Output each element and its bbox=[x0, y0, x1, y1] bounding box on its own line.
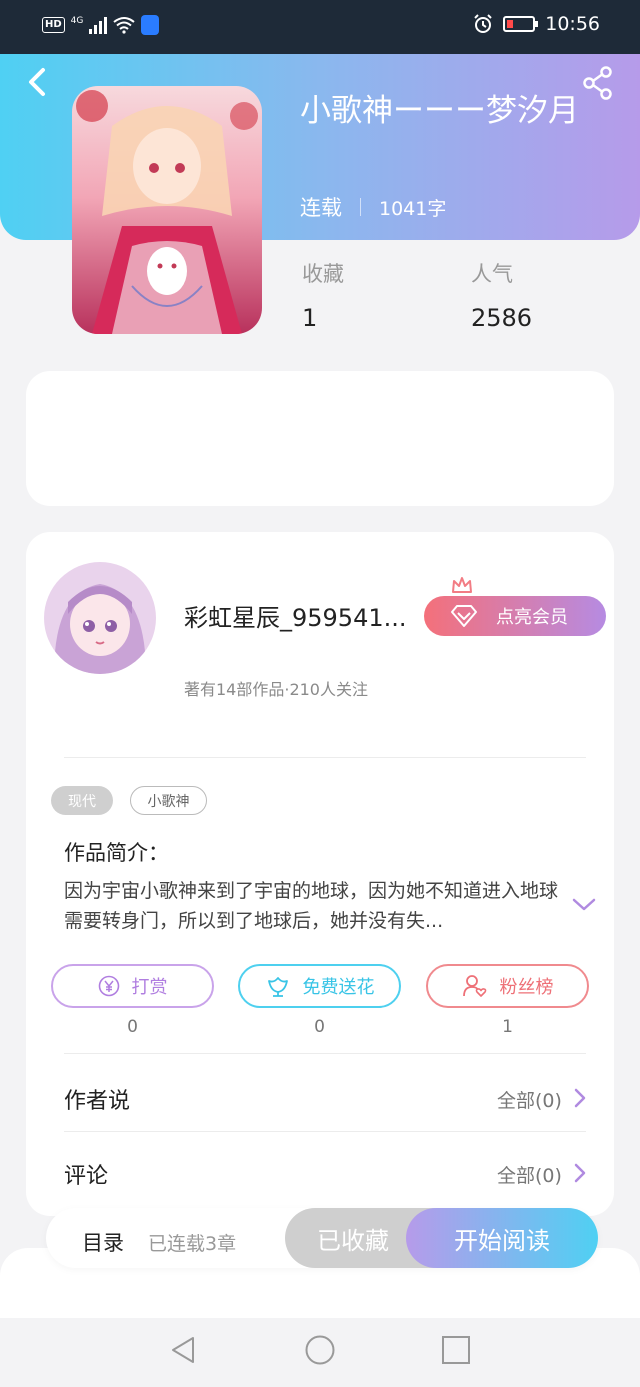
chevron-right-icon[interactable] bbox=[574, 1163, 586, 1183]
section-divider bbox=[64, 1131, 586, 1132]
back-arrow-icon[interactable] bbox=[24, 66, 50, 98]
signal-icon bbox=[89, 16, 108, 34]
stat-value: 1 bbox=[302, 304, 318, 332]
book-status-row: 连载 1041字 bbox=[300, 192, 446, 222]
fan-ranking-icon bbox=[462, 975, 486, 997]
nav-recents-icon[interactable] bbox=[440, 1334, 472, 1366]
table-of-contents-button[interactable]: 目录 bbox=[82, 1227, 124, 1257]
stat-popularity: 人气 2586 bbox=[471, 258, 532, 332]
section-divider bbox=[64, 757, 586, 758]
author-name[interactable]: 彩虹星辰_959541... bbox=[184, 598, 424, 633]
status-divider bbox=[360, 198, 361, 216]
intro-label: 作品简介： bbox=[64, 841, 169, 865]
nav-back-icon[interactable] bbox=[167, 1334, 199, 1366]
reward-count: 0 bbox=[127, 1017, 138, 1037]
book-title: 小歌神ーーー梦汐月 bbox=[300, 93, 579, 129]
reward-label: 打赏 bbox=[131, 977, 168, 998]
fan-ranking-button[interactable]: 粉丝榜 bbox=[426, 964, 589, 1008]
vip-label: 点亮会员 bbox=[496, 607, 568, 628]
wifi-icon bbox=[113, 17, 135, 34]
comments-label: 评论 bbox=[64, 1164, 109, 1189]
fans-label: 粉丝榜 bbox=[499, 977, 554, 998]
serial-status: 连载 bbox=[300, 196, 342, 220]
start-reading-button[interactable]: 开始阅读 bbox=[406, 1208, 598, 1268]
empty-card bbox=[26, 371, 614, 506]
chevron-right-icon[interactable] bbox=[574, 1088, 586, 1108]
author-meta: 著有14部作品·210人关注 bbox=[184, 680, 368, 699]
stat-favorites: 收藏 1 bbox=[302, 258, 344, 332]
author-says-label: 作者说 bbox=[64, 1089, 131, 1114]
clock: 10:56 bbox=[545, 13, 600, 35]
intro-text: 因为宇宙小歌神来到了宇宙的地球，因为她不知道进入地球需要转身门，所以到了地球后，… bbox=[64, 880, 558, 932]
hd-indicator: HD bbox=[42, 17, 65, 33]
flower-icon bbox=[267, 977, 288, 997]
send-flower-button[interactable]: 免费送花 bbox=[238, 964, 401, 1008]
stat-label: 收藏 bbox=[302, 262, 344, 286]
stat-label: 人气 bbox=[471, 262, 513, 286]
stat-value: 2586 bbox=[471, 304, 533, 332]
vpn-shield-icon bbox=[141, 15, 160, 35]
author-says-more-link[interactable]: 全部(0) bbox=[497, 1086, 562, 1113]
status-bar: HD 4G 10:56 bbox=[0, 0, 640, 54]
author-avatar[interactable] bbox=[44, 562, 156, 674]
battery-icon bbox=[503, 16, 539, 32]
tag-modern[interactable]: 现代 bbox=[51, 786, 113, 815]
tag-genre[interactable]: 小歌神 bbox=[130, 786, 207, 815]
flower-label: 免费送花 bbox=[302, 977, 375, 998]
collected-label: 已收藏 bbox=[317, 1226, 389, 1255]
comments-more-link[interactable]: 全部(0) bbox=[497, 1161, 562, 1188]
reward-button[interactable]: 打赏 bbox=[51, 964, 214, 1008]
network-type: 4G bbox=[70, 16, 84, 26]
alarm-icon bbox=[474, 14, 492, 33]
section-divider bbox=[64, 1053, 586, 1054]
flower-count: 0 bbox=[314, 1017, 325, 1037]
fans-count: 1 bbox=[502, 1017, 513, 1037]
chapter-count: 已连载3章 bbox=[148, 1233, 237, 1255]
word-count: 1041字 bbox=[379, 197, 447, 220]
vip-activate-button[interactable]: 点亮会员 bbox=[424, 596, 606, 636]
chevron-down-icon[interactable] bbox=[571, 896, 597, 914]
nav-home-icon[interactable] bbox=[304, 1334, 336, 1366]
yen-icon bbox=[98, 975, 119, 997]
start-reading-label: 开始阅读 bbox=[454, 1226, 550, 1255]
crown-icon bbox=[452, 577, 472, 593]
book-cover-image[interactable] bbox=[72, 86, 262, 334]
diamond-icon bbox=[451, 605, 477, 627]
